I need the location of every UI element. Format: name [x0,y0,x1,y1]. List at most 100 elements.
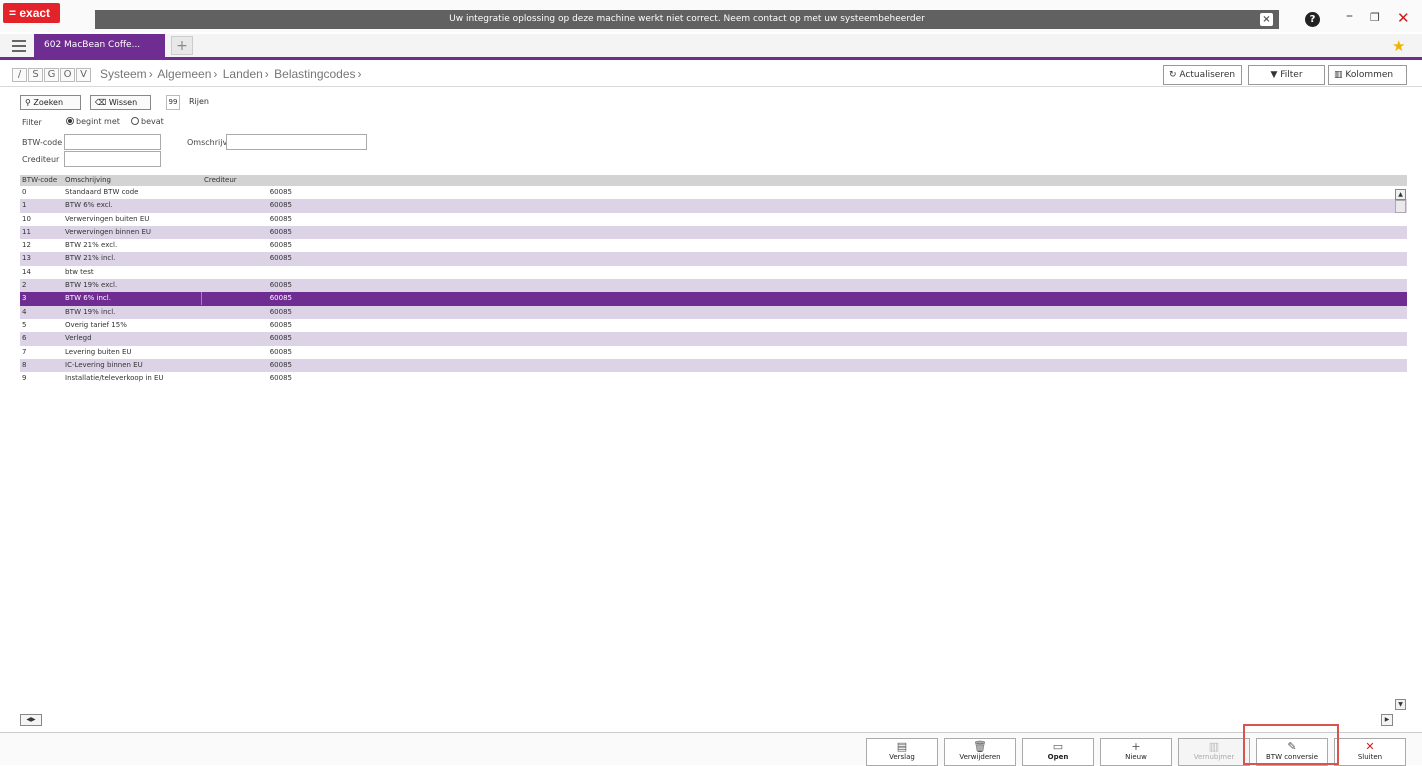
crumb-landen[interactable]: Landen [223,67,263,81]
cell-creditor: 60085 [269,214,292,223]
level-g[interactable]: G [44,68,59,82]
vat-code-field[interactable] [64,134,161,150]
open-button[interactable]: ▭ Open [1022,738,1094,766]
columns-icon: ▥ [1334,70,1343,80]
level-s[interactable]: S [28,68,43,82]
scroll-left-button[interactable]: ◀▶ [20,714,42,726]
scroll-down-button[interactable]: ▼ [1395,699,1406,710]
cell-vat-code: 0 [22,188,27,196]
breadcrumb: Systeem › Algemeen › Landen › Belastingcode… [100,67,362,81]
cell-description: Verlegd [65,334,92,343]
table-row[interactable]: 7 Levering buiten EU 60085 [20,346,1407,359]
header-creditor[interactable]: Crediteur [204,175,237,186]
report-button[interactable]: ▤ Verslag [866,738,938,766]
header-description[interactable]: Omschrijving [65,175,111,186]
table-row[interactable]: 14 btw test [20,266,1407,279]
contains-radio[interactable]: bevat [131,117,164,126]
close-warning-icon[interactable]: × [1260,13,1273,26]
vat-code-label: BTW-code [22,138,63,147]
creditor-label: Crediteur [22,155,60,164]
vertical-scroll-thumb[interactable] [1395,200,1406,213]
cell-creditor: 60085 [269,347,292,356]
close-window-icon[interactable]: ✕ [1397,9,1410,27]
columns-button[interactable]: ▥ Kolommen [1328,65,1407,85]
level-root[interactable]: / [12,68,27,82]
new-button[interactable]: + Nieuw [1100,738,1172,766]
trash-icon: 🗑 [973,740,987,753]
selection-divider [201,292,202,306]
creditor-field[interactable] [64,151,161,167]
table-row[interactable]: 4 BTW 19% incl. 60085 [20,305,1407,319]
cell-creditor: 60085 [269,281,292,290]
favorite-star-icon[interactable]: ★ [1392,37,1405,55]
begins-with-radio[interactable]: begint met [66,117,120,126]
table-row[interactable]: 8 IC-Levering binnen EU 60085 [20,358,1407,373]
crumb-systeem[interactable]: Systeem [100,67,147,81]
crumb-algemeen[interactable]: Algemeen [157,67,211,81]
table-row[interactable]: 13 BTW 21% incl. 60085 [20,252,1407,266]
cell-description: btw test [65,267,94,276]
header-vat-code[interactable]: BTW-code [22,175,57,186]
tab-company[interactable]: 602 MacBean Coffe... [34,34,165,57]
exact-logo: = exact [3,3,60,23]
level-v[interactable]: V [76,68,91,82]
cell-description: IC-Levering binnen EU [65,360,143,369]
table-row[interactable]: 2 BTW 19% excl. 60085 [20,279,1407,293]
report-icon: ▤ [896,740,908,753]
cell-vat-code: 5 [22,320,27,329]
cell-description: Levering buiten EU [65,347,132,356]
delete-button[interactable]: 🗑 Verwijderen [944,738,1016,766]
table-row[interactable]: 12 BTW 21% excl. 60085 [20,239,1407,252]
cell-vat-code: 3 [22,294,27,303]
cell-creditor: 60085 [269,201,292,210]
cell-vat-code: 9 [22,374,27,383]
cell-vat-code: 10 [22,214,31,223]
action-bar: ▤ Verslag 🗑 Verwijderen ▭ Open + Nieuw ▥ Vern… [0,732,1422,766]
vat-codes-table: BTW-code Omschrijving Crediteur 0 Standaa… [20,175,1407,385]
clear-button[interactable]: ⌫ Wissen [90,95,151,110]
cell-description: BTW 6% excl. [65,201,113,210]
tab-bar: 602 MacBean Coffe... + ★ [0,34,1422,60]
cell-creditor: 60085 [269,360,292,369]
scroll-right-button[interactable]: ▶ [1381,714,1393,726]
plus-icon: + [1131,740,1141,753]
menu-icon[interactable] [12,40,26,52]
table-row[interactable]: 10 Verwervingen buiten EU 60085 [20,213,1407,226]
import-button[interactable]: ▥ Vernubjmer [1178,738,1250,766]
close-button[interactable]: ✕ Sluiten [1334,738,1406,766]
help-icon[interactable]: ? [1305,12,1320,27]
scroll-up-button[interactable]: ▲ [1395,189,1406,200]
table-row[interactable]: 1 BTW 6% excl. 60085 [20,199,1407,213]
cell-creditor: 60085 [269,241,292,250]
integration-warning-bar: Uw integratie oplossing op deze machine … [95,10,1279,29]
cell-creditor: 60085 [269,307,292,316]
radio-selected-icon [66,117,74,125]
table-row[interactable]: 6 Verlegd 60085 [20,332,1407,346]
table-row[interactable]: 11 Verwervingen binnen EU 60085 [20,225,1407,240]
cell-creditor: 60085 [269,320,292,329]
table-row[interactable]: 9 Installatie/televerkoop in EU 60085 [20,372,1407,385]
cell-description: BTW 21% excl. [65,241,118,250]
rows-count-input[interactable]: 99 [166,95,180,110]
table-row[interactable]: 0 Standaard BTW code 60085 [20,186,1407,199]
level-o[interactable]: O [60,68,75,82]
refresh-button[interactable]: ↻ Actualiseren [1163,65,1242,85]
table-row[interactable]: 5 Overig tarief 15% 60085 [20,319,1407,332]
table-row[interactable]: 3 BTW 6% incl. 60085 [20,292,1407,306]
cell-vat-code: 12 [22,241,31,250]
search-button[interactable]: ⚲ Zoeken [20,95,81,110]
table-body: 0 Standaard BTW code 60085 1 BTW 6% excl. 600… [20,186,1407,385]
crumb-belastingcodes[interactable]: Belastingcodes [274,67,355,81]
cell-vat-code: 11 [22,227,31,236]
add-tab-button[interactable]: + [171,36,193,55]
cell-vat-code: 2 [22,281,27,290]
cell-creditor: 60085 [269,254,292,263]
restore-icon[interactable]: ❐ [1370,11,1380,24]
folder-icon: ▭ [1052,740,1064,753]
cell-vat-code: 1 [22,201,27,210]
minimize-icon[interactable]: – [1346,8,1353,24]
binoculars-icon: ⚲ [25,98,31,107]
filter-button[interactable]: ▼ Filter [1248,65,1325,85]
description-field[interactable] [226,134,367,150]
cell-creditor: 60085 [269,188,292,196]
